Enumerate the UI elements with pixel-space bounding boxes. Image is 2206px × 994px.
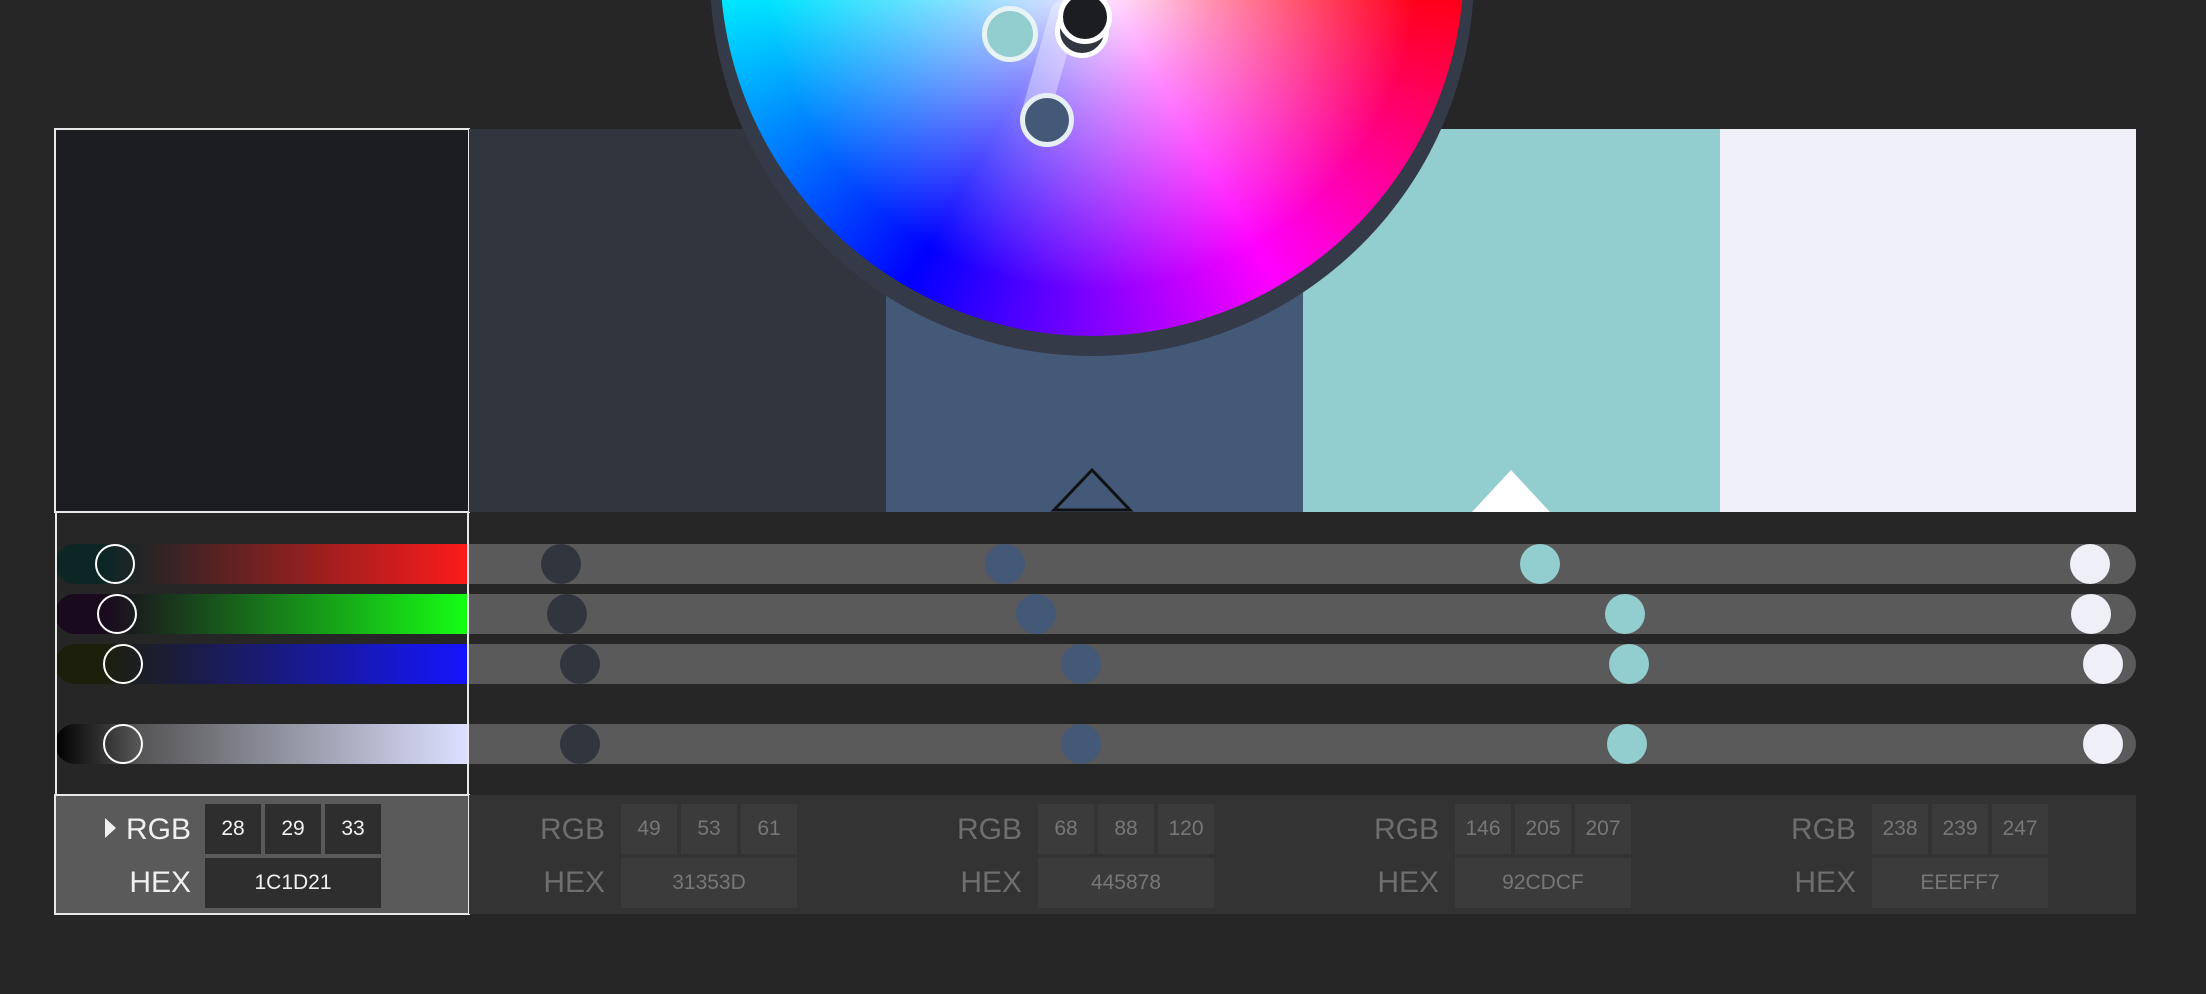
blue-slider-track[interactable] [469, 644, 2136, 684]
brightness-slider-knob-3[interactable] [1061, 724, 1101, 764]
hex-label: HEX [1794, 866, 1856, 899]
g-value-field[interactable]: 205 [1515, 804, 1571, 854]
color-values-panel-5: RGB HEX 238 239 247 EEEFF7 [1720, 795, 2136, 914]
r-value-field[interactable]: 238 [1872, 804, 1928, 854]
r-value-field[interactable]: 68 [1038, 804, 1094, 854]
hex-label: HEX [543, 866, 605, 899]
b-value-field[interactable]: 207 [1575, 804, 1631, 854]
hex-value-field[interactable]: 31353D [621, 858, 797, 908]
blue-slider-knob-4[interactable] [1609, 644, 1649, 684]
swatch-5[interactable] [1720, 129, 2136, 512]
hex-label: HEX [1377, 866, 1439, 899]
rgb-label: RGB [1373, 813, 1439, 846]
blue-slider-knob-3[interactable] [1061, 644, 1101, 684]
color-values-panel-2: RGB HEX 49 53 61 31353D [469, 795, 886, 914]
triangle-filled-icon [1472, 470, 1550, 512]
red-slider-knob-3[interactable] [985, 544, 1025, 584]
wheel-handle-color-3[interactable] [1020, 93, 1074, 147]
swatch-1[interactable] [54, 128, 470, 513]
brightness-slider-knob-5[interactable] [2083, 724, 2123, 764]
red-slider-knob-4[interactable] [1520, 544, 1560, 584]
blue-slider-knob-2[interactable] [560, 644, 600, 684]
r-value-field[interactable]: 28 [205, 804, 261, 854]
blue-slider-knob-5[interactable] [2083, 644, 2123, 684]
color-values-panel-4: RGB HEX 146 205 207 92CDCF [1303, 795, 1720, 914]
hex-label: HEX [960, 866, 1022, 899]
r-value-field[interactable]: 49 [621, 804, 677, 854]
brightness-slider-knob-2[interactable] [560, 724, 600, 764]
green-slider-knob-2[interactable] [547, 594, 587, 634]
brightness-slider-knob-4[interactable] [1607, 724, 1647, 764]
r-value-field[interactable]: 146 [1455, 804, 1511, 854]
color-values-panel-1: RGB HEX 28 29 33 1C1D21 [54, 794, 470, 915]
rgb-label: RGB [956, 813, 1022, 846]
rgb-label: RGB [125, 813, 191, 846]
red-slider-knob-2[interactable] [541, 544, 581, 584]
color-values-panel-3: RGB HEX 68 88 120 445878 [886, 795, 1303, 914]
wheel-handle-color-4[interactable] [982, 6, 1038, 62]
rgb-label: RGB [539, 813, 605, 846]
g-value-field[interactable]: 53 [681, 804, 737, 854]
b-value-field[interactable]: 61 [741, 804, 797, 854]
active-column-frame [55, 512, 469, 795]
hex-value-field[interactable]: 1C1D21 [205, 858, 381, 908]
hex-value-field[interactable]: 92CDCF [1455, 858, 1631, 908]
red-slider-knob-5[interactable] [2070, 544, 2110, 584]
green-slider-track[interactable] [469, 594, 2136, 634]
b-value-field[interactable]: 33 [325, 804, 381, 854]
triangle-outline-icon [1050, 467, 1134, 512]
green-slider-knob-5[interactable] [2071, 594, 2111, 634]
b-value-field[interactable]: 120 [1158, 804, 1214, 854]
green-slider-knob-4[interactable] [1605, 594, 1645, 634]
red-slider-track[interactable] [469, 544, 2136, 584]
b-value-field[interactable]: 247 [1992, 804, 2048, 854]
hex-value-field[interactable]: 445878 [1038, 858, 1214, 908]
hex-label: HEX [129, 866, 191, 899]
brightness-slider-track[interactable] [469, 724, 2136, 764]
hex-value-field[interactable]: EEEFF7 [1872, 858, 2048, 908]
g-value-field[interactable]: 239 [1932, 804, 1988, 854]
green-slider-knob-3[interactable] [1016, 594, 1056, 634]
g-value-field[interactable]: 29 [265, 804, 321, 854]
g-value-field[interactable]: 88 [1098, 804, 1154, 854]
rgb-label: RGB [1790, 813, 1856, 846]
